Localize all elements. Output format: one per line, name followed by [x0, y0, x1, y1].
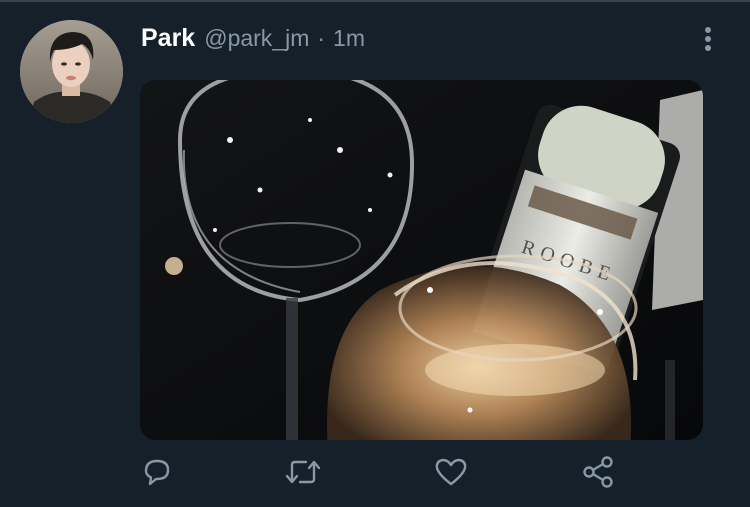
- share-icon: [583, 456, 613, 488]
- reply-button[interactable]: [137, 452, 177, 492]
- avatar[interactable]: [20, 20, 123, 123]
- avatar-photo: [20, 20, 123, 123]
- retweet-icon: [285, 460, 321, 484]
- separator-dot: ·: [317, 25, 326, 51]
- tweet-actions: [0, 452, 750, 496]
- tweet-media-image[interactable]: ROOBE: [140, 80, 703, 440]
- more-vertical-icon: [705, 27, 711, 51]
- author-name[interactable]: Park: [141, 24, 195, 53]
- wine-glasses-photo: ROOBE: [140, 80, 703, 440]
- tweet-header: Park @park_jm · 1m: [141, 24, 365, 56]
- like-button[interactable]: [431, 452, 471, 492]
- tweet-card: Park @park_jm · 1m ROOBE: [0, 0, 750, 507]
- retweet-button[interactable]: [283, 452, 323, 492]
- author-handle[interactable]: @park_jm: [204, 25, 309, 52]
- reply-icon: [144, 459, 170, 486]
- share-button[interactable]: [578, 452, 618, 492]
- divider: [0, 0, 750, 2]
- heart-icon: [435, 458, 467, 486]
- more-options-button[interactable]: [694, 22, 722, 54]
- tweet-timestamp[interactable]: 1m: [333, 25, 365, 52]
